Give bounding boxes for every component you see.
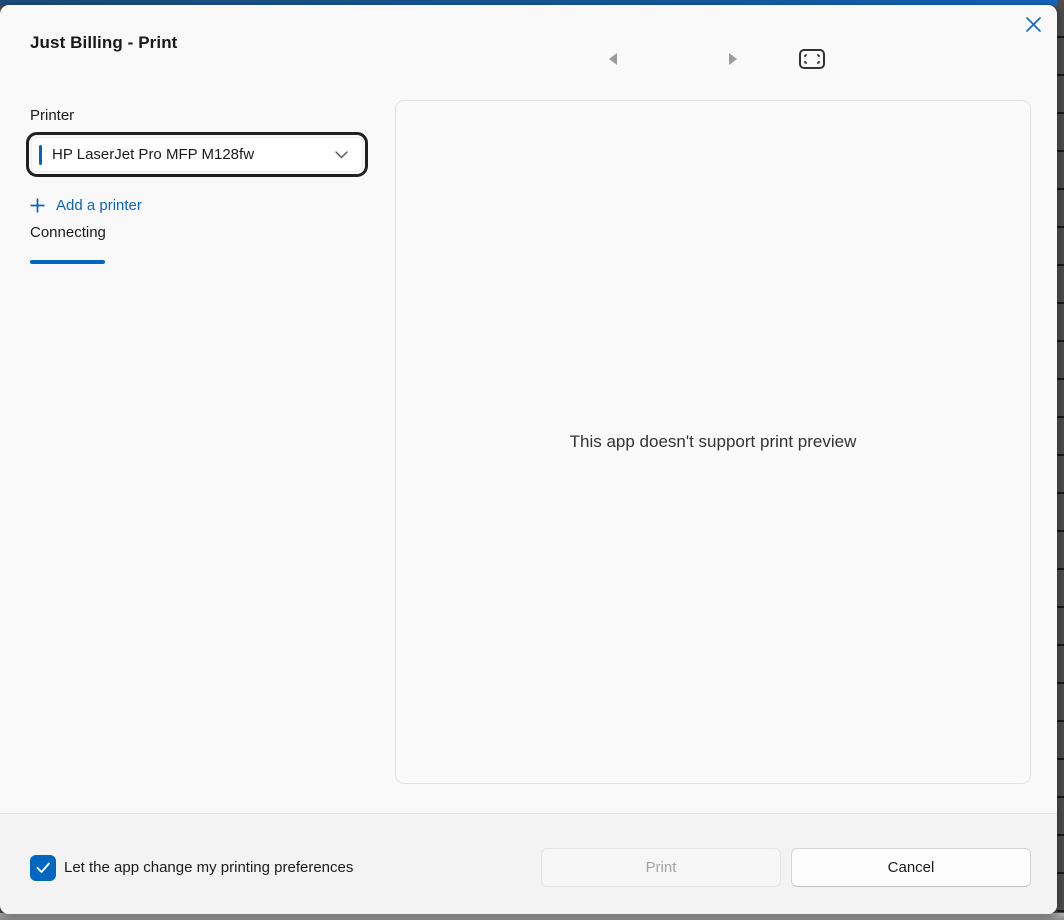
- close-icon: [1025, 16, 1042, 33]
- check-icon: [36, 862, 51, 874]
- printer-dropdown-value: HP LaserJet Pro MFP M128fw: [52, 146, 254, 163]
- printer-dropdown-field[interactable]: HP LaserJet Pro MFP M128fw: [31, 137, 363, 172]
- cancel-button[interactable]: Cancel: [791, 848, 1031, 887]
- background-app-right-edge: [1057, 0, 1064, 920]
- preferences-checkbox[interactable]: [30, 855, 56, 881]
- add-printer-label: Add a printer: [56, 197, 142, 214]
- close-button[interactable]: [1017, 8, 1049, 40]
- printer-label: Printer: [30, 107, 74, 124]
- preferences-checkbox-label: Let the app change my printing preferenc…: [64, 859, 353, 876]
- connecting-progress-bar: [30, 260, 370, 264]
- previous-page-button[interactable]: [597, 43, 629, 75]
- background-app-bottom-edge: [0, 913, 1064, 920]
- print-dialog: Just Billing - Print Printer HP Laser: [0, 5, 1057, 914]
- add-printer-button[interactable]: Add a printer: [30, 194, 142, 216]
- preview-message: This app doesn't support print preview: [570, 432, 857, 452]
- plus-icon: [30, 198, 45, 213]
- next-page-button[interactable]: [717, 43, 749, 75]
- selection-indicator: [39, 145, 42, 165]
- page-title: Just Billing - Print: [30, 33, 177, 53]
- printer-status: Connecting: [30, 224, 106, 241]
- fit-to-page-icon: [799, 49, 825, 69]
- print-button[interactable]: Print: [541, 848, 781, 887]
- footer-bar: Let the app change my printing preferenc…: [0, 813, 1057, 914]
- next-page-icon: [729, 53, 737, 65]
- preferences-checkbox-row[interactable]: Let the app change my printing preferenc…: [30, 854, 353, 881]
- fit-to-page-button[interactable]: [796, 43, 828, 75]
- previous-page-icon: [609, 53, 617, 65]
- chevron-down-icon: [335, 151, 348, 159]
- printer-dropdown[interactable]: HP LaserJet Pro MFP M128fw: [26, 132, 368, 177]
- print-preview-panel: This app doesn't support print preview: [395, 100, 1031, 784]
- progress-fill: [30, 260, 105, 264]
